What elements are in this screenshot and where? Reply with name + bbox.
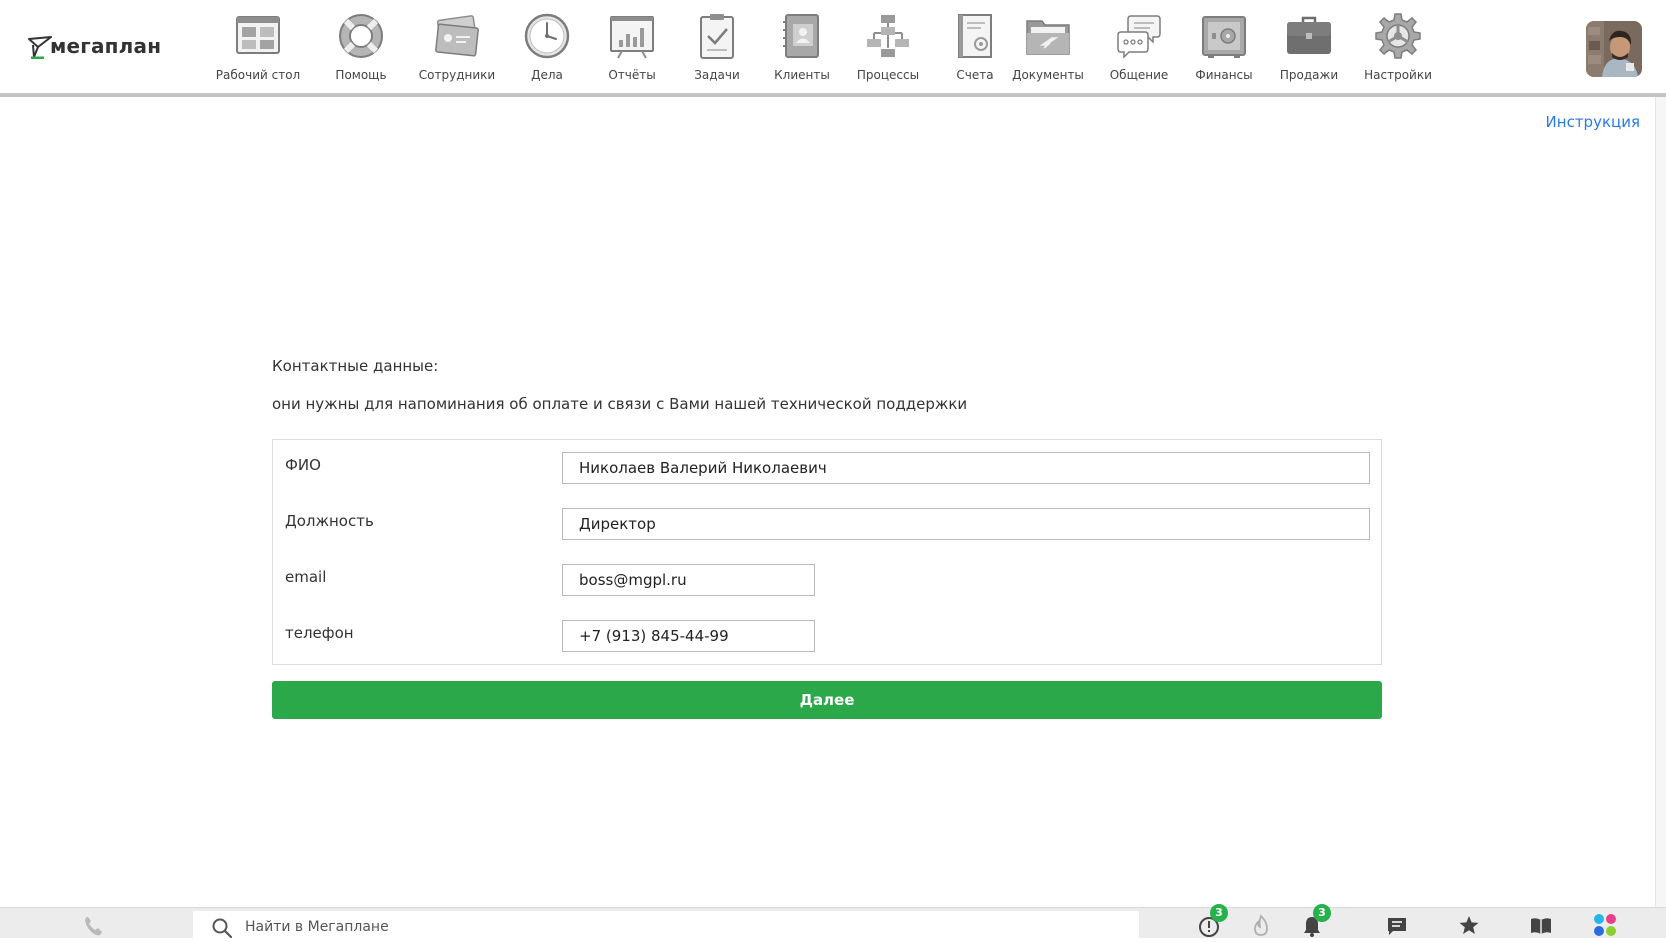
bottom-toolbar: 3 3 (0, 904, 1666, 939)
position-field[interactable] (562, 508, 1370, 540)
gear-icon (1375, 13, 1421, 59)
nav-item-processes[interactable]: Процессы (838, 12, 938, 82)
form-row-name: ФИО (273, 440, 1381, 496)
open-book-icon (1531, 918, 1551, 934)
nav-item-documents[interactable]: Документы (998, 12, 1098, 82)
name-field[interactable] (562, 452, 1370, 484)
alerts-badge: 3 (1210, 904, 1228, 922)
position-label: Должность (285, 512, 374, 530)
page-scrollbar[interactable] (1655, 97, 1666, 907)
contact-form: ФИО Должность email телефон (272, 439, 1382, 665)
clipboard-check-icon (700, 14, 734, 59)
contacts-book-icon (783, 14, 819, 58)
next-button[interactable]: Далее (272, 681, 1382, 719)
search-icon (212, 918, 233, 939)
hot-button[interactable] (1248, 912, 1278, 939)
colorful-apps-icon (1594, 914, 1616, 936)
form-subheading: они нужны для напоминания об оплате и св… (272, 395, 968, 413)
form-heading: Контактные данные: (272, 357, 439, 375)
notifications-button[interactable]: 3 (1299, 904, 1331, 939)
email-label: email (285, 568, 327, 586)
nav-item-settings[interactable]: Настройки (1348, 12, 1448, 82)
name-label: ФИО (285, 456, 321, 474)
top-navigation-bar: мегаплан Рабочий стол Помощь Сотрудники … (0, 0, 1666, 97)
apps-button[interactable] (1592, 912, 1622, 939)
phone-field[interactable] (562, 620, 815, 652)
flame-icon (1254, 914, 1268, 936)
search-input[interactable] (245, 911, 1125, 939)
nav-item-sales[interactable]: Продажи (1259, 12, 1359, 82)
nav-item-desktop[interactable]: Рабочий стол (208, 12, 308, 82)
notifications-badge: 3 (1313, 904, 1331, 922)
form-row-email: email (273, 552, 1381, 608)
instruction-link[interactable]: Инструкция (1546, 113, 1640, 131)
star-icon (1459, 916, 1479, 934)
form-row-position: Должность (273, 496, 1381, 552)
phone-button[interactable] (82, 914, 108, 938)
main-nav: Рабочий стол Помощь Сотрудники Дела Отчё… (0, 12, 1666, 92)
messages-button[interactable] (1384, 912, 1414, 939)
safe-icon (1202, 16, 1246, 58)
clock-icon (524, 13, 570, 59)
knowledge-base-button[interactable] (1528, 912, 1558, 939)
phone-label: телефон (285, 624, 354, 642)
invoice-icon (958, 14, 992, 58)
alerts-button[interactable]: 3 (1196, 904, 1228, 939)
chat-icon (1388, 918, 1406, 935)
nav-item-help[interactable]: Помощь (311, 12, 411, 82)
phone-icon (85, 917, 102, 936)
folder-icon (1026, 20, 1070, 55)
chat-bubbles-icon (1117, 15, 1161, 59)
employee-cards-icon (435, 15, 479, 57)
report-chart-icon (610, 16, 654, 59)
lifebuoy-icon (339, 14, 383, 58)
briefcase-icon (1287, 16, 1331, 54)
desktop-icon (236, 16, 280, 54)
user-photo (1586, 21, 1642, 77)
email-field[interactable] (562, 564, 815, 596)
form-row-phone: телефон (273, 608, 1381, 664)
nav-item-employees[interactable]: Сотрудники (407, 12, 507, 82)
user-avatar[interactable] (1586, 21, 1642, 77)
favorites-button[interactable] (1456, 912, 1486, 939)
global-search (193, 911, 1139, 939)
nav-item-clients[interactable]: Клиенты (752, 12, 852, 82)
process-flow-icon (867, 15, 909, 57)
